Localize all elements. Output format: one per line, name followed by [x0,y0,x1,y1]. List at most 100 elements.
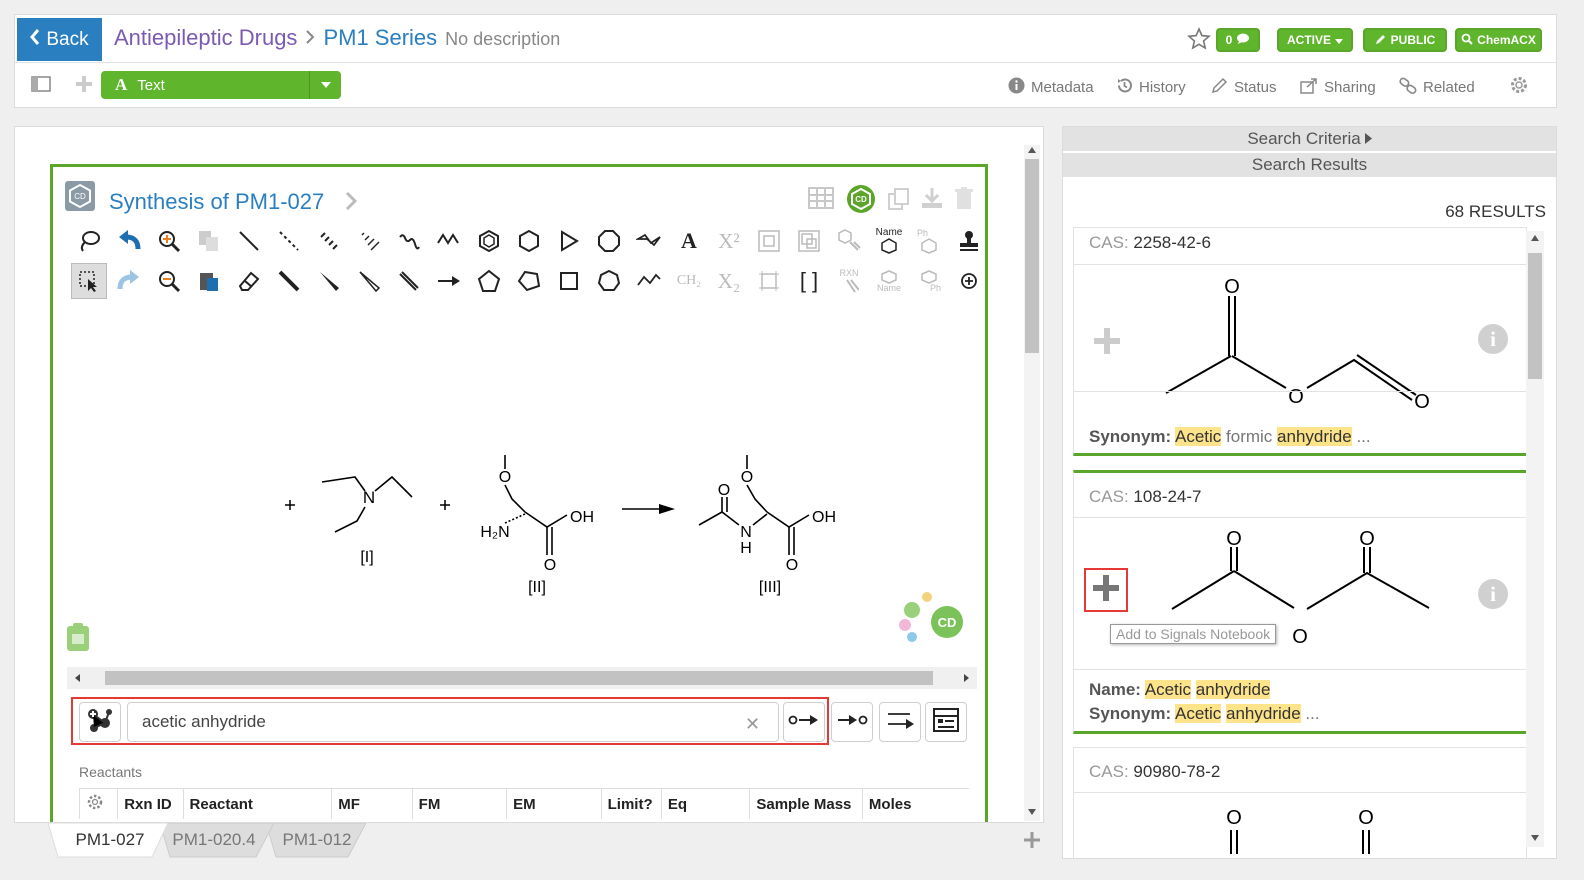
clipboard-icon[interactable] [65,622,91,657]
metadata-button[interactable]: Metadata [1008,77,1094,98]
trash-icon[interactable] [953,186,975,215]
zoom-out-icon[interactable] [151,263,187,299]
canvas-horizontal-scrollbar[interactable] [67,667,977,689]
results-scrollbar[interactable] [1526,231,1544,847]
related-button[interactable]: Related [1399,77,1475,98]
cyclohexane-icon[interactable] [511,223,547,259]
wedge-bond-icon[interactable] [311,263,347,299]
tab-pm1-012[interactable]: PM1-012 [274,823,360,857]
column-header[interactable]: MF [331,788,413,819]
text-tool-icon[interactable]: A [671,223,707,259]
add-to-notebook-icon[interactable] [1092,326,1122,361]
lasso-tool-icon[interactable] [71,223,107,259]
copy-icon[interactable] [887,187,911,216]
wavy-bond-icon[interactable] [391,223,427,259]
hollow-wedge-icon[interactable] [351,263,387,299]
charge-plus-icon[interactable] [951,263,987,299]
benzene-ring-icon[interactable] [471,223,507,259]
result-card[interactable]: CAS: 108-24-7 O O O Add to Signals Noteb… [1073,470,1527,734]
tab-pm1-027[interactable]: PM1-027 [60,823,160,857]
reaction-canvas[interactable]: N [I] O OH H₂N O [II] O OH N H O O [III]… [67,307,977,667]
phenyl-tool-icon[interactable]: Ph [911,223,947,259]
select-tool-icon[interactable] [71,263,107,299]
chain-tool-icon[interactable] [431,223,467,259]
result-card[interactable]: CAS: 90980-78-2 O O [1073,747,1527,858]
group-tool-icon[interactable] [751,223,787,259]
info-icon[interactable]: i [1478,324,1508,354]
cyclooctane-icon[interactable] [591,223,627,259]
cyclopentane-alt-icon[interactable] [511,263,547,299]
eraser-icon[interactable] [231,263,267,299]
chevron-right-icon[interactable] [345,191,358,216]
entry-title[interactable]: Synthesis of PM1-027 [109,189,324,215]
paste-icon[interactable] [191,263,227,299]
zoom-in-icon[interactable] [151,223,187,259]
visibility-badge[interactable]: PUBLIC [1363,28,1447,52]
add-as-reactant-button[interactable] [783,702,825,742]
breadcrumb-parent-link[interactable]: Antiepileptic Drugs [114,25,297,51]
panel-toggle-icon[interactable] [31,76,51,97]
history-button[interactable]: History [1116,77,1186,98]
table-settings-cell[interactable] [78,788,118,819]
chemacx-button[interactable]: ChemACX [1455,28,1542,52]
search-criteria-toggle[interactable]: Search Criteria [1063,127,1556,151]
single-bond-icon[interactable] [231,223,267,259]
comments-badge[interactable]: 0 [1216,28,1260,52]
add-icon[interactable] [75,75,93,98]
add-as-product-button[interactable] [831,702,873,742]
hashed-wedge-icon[interactable] [351,223,387,259]
ungroup-tool-icon[interactable] [791,223,827,259]
chemdraw-badge-icon[interactable]: CD [846,184,876,219]
reaction-details-button[interactable] [925,702,967,742]
back-button[interactable]: Back [17,18,102,61]
superscript-icon[interactable]: X² [711,223,747,259]
clear-search-icon[interactable]: ✕ [745,714,760,735]
chair-ring-icon[interactable] [631,223,667,259]
reagent-search-input[interactable] [127,702,779,742]
reaction-clean-icon[interactable]: RXN [831,263,867,299]
info-icon[interactable]: i [1478,579,1508,609]
sharing-button[interactable]: Sharing [1300,77,1376,98]
column-header[interactable]: Rxn ID [117,788,184,819]
add-to-notebook-button[interactable] [1084,568,1128,612]
table-view-icon[interactable] [808,187,834,214]
status-button[interactable]: Status [1211,77,1277,98]
column-header[interactable]: FM [411,788,507,819]
column-header[interactable]: Reactant [182,788,332,819]
bold-bond-icon[interactable] [271,263,307,299]
column-header[interactable]: Limit? [600,788,662,819]
text-dropdown[interactable]: A Text [101,71,341,99]
entry-vertical-scrollbar[interactable] [1024,145,1040,821]
add-as-solvent-button[interactable] [879,702,921,742]
stamp-icon[interactable] [951,223,987,259]
copy-structure-icon[interactable] [191,223,227,259]
name-to-structure-icon[interactable]: Name [871,223,907,259]
cyclopropane-icon[interactable] [551,223,587,259]
column-header[interactable]: Sample Mass [749,788,863,819]
description-text[interactable]: No description [445,29,560,50]
subscript-icon[interactable]: X₂ [711,263,747,299]
dashed-bond-icon[interactable] [271,223,307,259]
tab-pm1-020-4[interactable]: PM1-020.4 [166,823,262,857]
undo-icon[interactable] [111,223,147,259]
column-header[interactable]: Eq [660,788,750,819]
hashed-bond-icon[interactable] [311,223,347,259]
cyclobutane-icon[interactable] [551,263,587,299]
column-header[interactable]: Moles [861,788,969,819]
phenyl-alt-icon[interactable]: Ph [911,263,947,299]
ch2-label-icon[interactable]: CH₂ [671,263,707,299]
status-badge[interactable]: ACTIVE [1277,28,1353,52]
result-card[interactable]: CAS: 2258-42-6 O O O i Synonym: Acetic f… [1073,227,1527,456]
star-icon[interactable] [1187,27,1211,56]
chain-wavy-icon[interactable] [631,263,667,299]
multiple-bond-icon[interactable] [391,263,427,299]
add-reactant-button[interactable] [79,702,121,742]
settings-gear-icon[interactable] [1509,75,1529,100]
redo-icon[interactable] [111,263,147,299]
download-icon[interactable] [920,186,944,215]
arrow-tool-icon[interactable] [431,263,467,299]
gear-icon[interactable] [86,794,104,815]
add-tab-icon[interactable] [1023,831,1041,854]
structure-to-name-icon[interactable]: Name [871,263,907,299]
cyclopentane-icon[interactable] [471,263,507,299]
